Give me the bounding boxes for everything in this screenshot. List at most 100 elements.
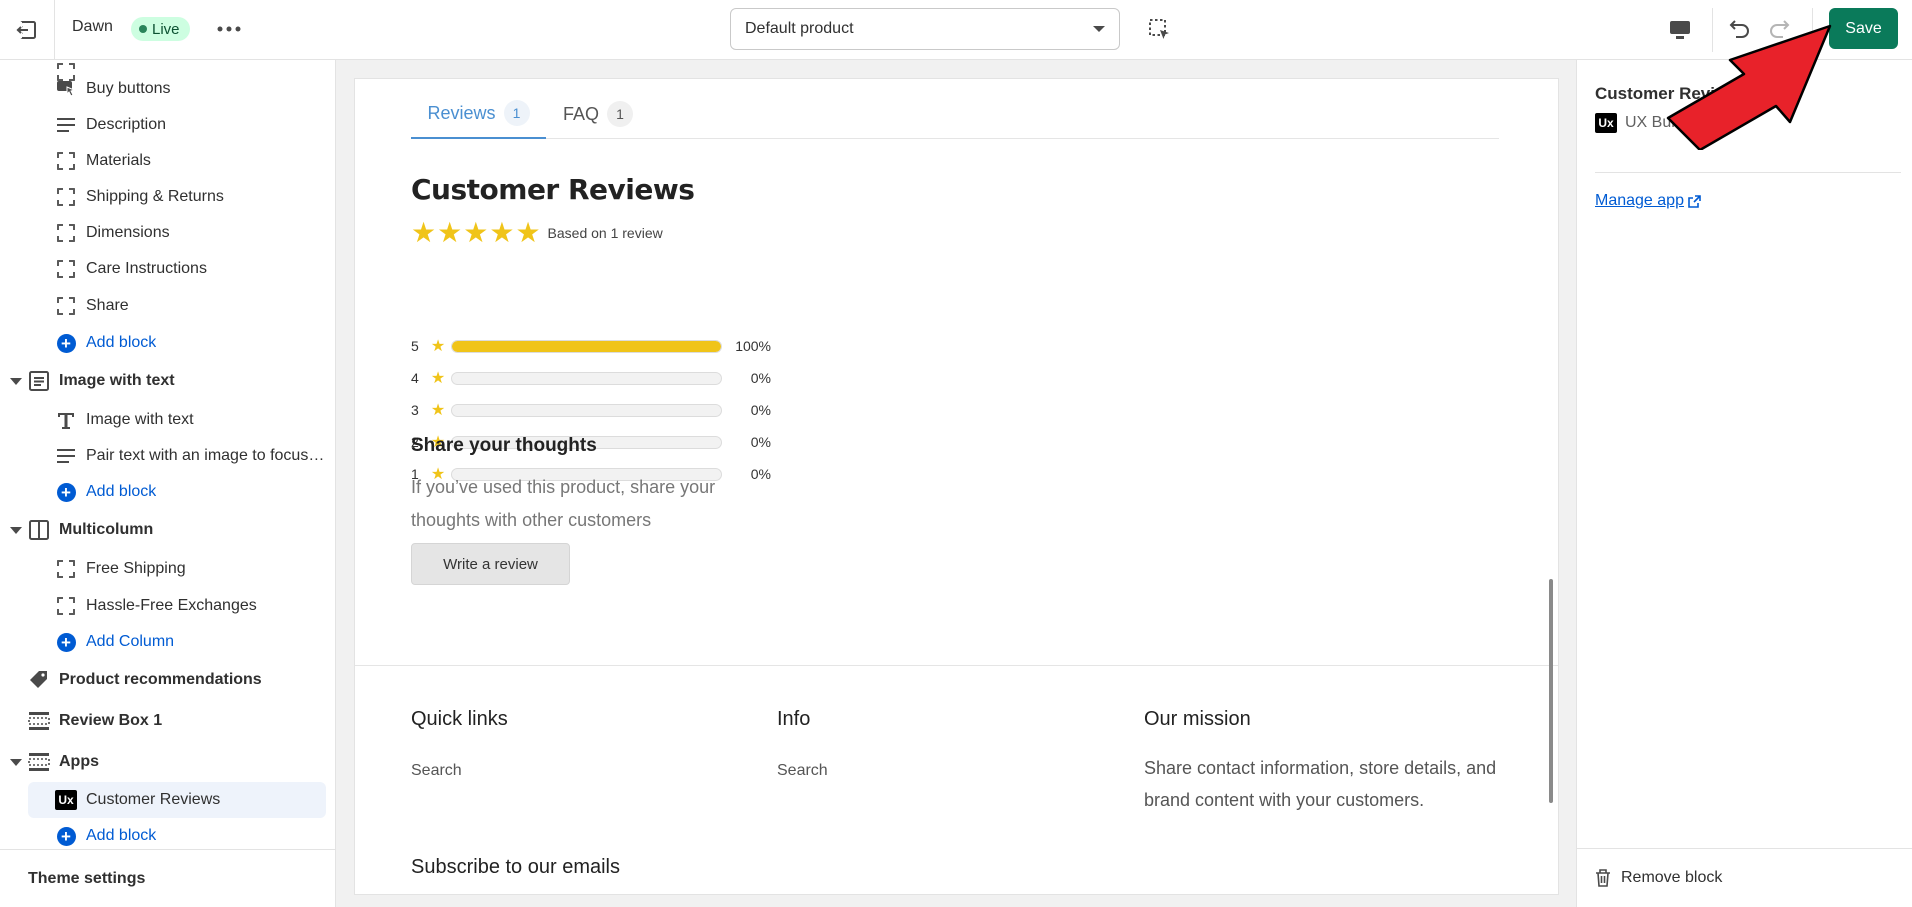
write-review-button[interactable]: Write a review [411, 543, 570, 585]
inspector-button[interactable] [1143, 14, 1177, 46]
theme-settings-button[interactable]: Theme settings [0, 849, 335, 907]
star-icon: ★ [430, 338, 446, 355]
sidebar-item-care-instructions[interactable]: Care Instructions [0, 251, 335, 287]
sidebar-item-label: Share [86, 297, 129, 314]
add-block-button[interactable]: + Add block [0, 325, 335, 361]
preview-scrollbar[interactable] [1549, 579, 1553, 803]
exit-icon [16, 20, 36, 39]
rating-row-percent: 0% [750, 434, 771, 450]
section-label: Multicolumn [59, 521, 154, 538]
rating-row[interactable]: 3 ★ 0% [411, 400, 771, 420]
collapse-triangle-icon[interactable] [10, 377, 22, 385]
tab-count: 1 [503, 100, 530, 126]
section-review-box[interactable]: Review Box 1 [0, 703, 335, 739]
sidebar-item-dimensions[interactable]: Dimensions [0, 215, 335, 251]
section-product-recommendations[interactable]: Product recommendations [0, 662, 335, 698]
star-rating: ★★★★★ [411, 219, 542, 247]
footer-quick-links-heading: Quick links [411, 708, 508, 730]
star-icon: ★ [411, 217, 437, 248]
rating-bar [451, 339, 722, 353]
plus-circle-icon: + [55, 481, 77, 503]
more-actions-button[interactable] [210, 14, 248, 44]
sidebar-item-label: Care Instructions [86, 260, 207, 277]
share-text: If you’ve used this product, share your … [411, 477, 716, 530]
add-column-button[interactable]: + Add Column [0, 624, 335, 660]
collapse-triangle-icon[interactable] [10, 526, 22, 534]
section-dashed-icon [28, 751, 50, 773]
store-preview: Reviews 1 FAQ 1 Customer Reviews ★★★★★ B… [355, 79, 1558, 894]
redo-button[interactable] [1762, 12, 1796, 46]
sidebar-item-image-with-text-heading[interactable]: Image with text [0, 402, 335, 438]
rating-bar [451, 371, 722, 385]
sidebar-item-hassle-free-exchanges[interactable]: Hassle-Free Exchanges [0, 588, 335, 624]
tab-faq[interactable]: FAQ 1 [563, 89, 633, 139]
sidebar-item-shipping-returns[interactable]: Shipping & Returns [0, 179, 335, 215]
app-name: UX Bundle [1625, 114, 1702, 131]
rating-bar-fill [452, 340, 721, 352]
redo-icon [1770, 20, 1790, 38]
rating-row-stars: 3 [411, 402, 419, 418]
dashed-square-icon [55, 558, 77, 580]
rating-row-percent: 0% [750, 370, 771, 386]
sidebar-item-materials[interactable]: Materials [0, 143, 335, 179]
rating-row[interactable]: 4 ★ 0% [411, 368, 771, 388]
add-block-label: Add block [86, 483, 157, 500]
section-image-with-text[interactable]: Image with text [0, 363, 335, 399]
section-label: Review Box 1 [59, 712, 163, 729]
theme-settings-label: Theme settings [28, 869, 146, 887]
block-title: Customer Reviews [1595, 84, 1748, 103]
star-icon: ★ [430, 402, 446, 419]
rating-bar [451, 403, 722, 417]
dashed-square-icon [55, 258, 77, 280]
star-icon: ★ [463, 217, 489, 248]
section-multicolumn[interactable]: Multicolumn [0, 512, 335, 548]
tab-reviews[interactable]: Reviews 1 [411, 89, 546, 139]
section-label: Product recommendations [59, 671, 262, 688]
rating-row-percent: 0% [750, 402, 771, 418]
footer-search-link[interactable]: Search [777, 762, 828, 780]
sidebar-item-label: Image with text [86, 411, 194, 428]
text-lines-icon [55, 114, 77, 136]
add-column-label: Add Column [86, 633, 175, 650]
plus-circle-icon: + [55, 825, 77, 847]
undo-button[interactable] [1723, 12, 1757, 46]
based-on-text: Based on 1 review [547, 225, 663, 241]
text-t-icon [55, 409, 77, 431]
theme-name: Dawn [72, 18, 113, 35]
toolbar-divider [1712, 8, 1713, 52]
sidebar-item-free-shipping[interactable]: Free Shipping [0, 551, 335, 587]
panel-divider [1595, 172, 1901, 173]
footer-search-link[interactable]: Search [411, 762, 462, 780]
ux-bundle-icon: Ux [55, 789, 77, 811]
section-apps[interactable]: Apps [0, 744, 335, 780]
rating-row[interactable]: 5 ★ 100% [411, 336, 771, 356]
rating-row-percent: 100% [735, 338, 771, 354]
top-bar: Dawn Live Default product Save [0, 0, 1912, 60]
plus-circle-icon: + [55, 631, 77, 653]
star-icon: ★ [437, 217, 463, 248]
add-block-label: Add block [86, 827, 157, 844]
device-preview-button[interactable] [1660, 14, 1700, 46]
manage-app-label: Manage app [1595, 192, 1684, 209]
manage-app-link[interactable]: Manage app [1595, 192, 1701, 210]
sidebar-item-label: Dimensions [86, 224, 170, 241]
save-button[interactable]: Save [1829, 8, 1898, 49]
exit-button[interactable] [0, 0, 55, 59]
footer-info-heading: Info [777, 708, 811, 730]
add-block-button[interactable]: + Add block [0, 474, 335, 510]
sidebar-item-description[interactable]: Description [0, 107, 335, 143]
template-select[interactable]: Default product [730, 8, 1120, 50]
remove-block-button[interactable]: Remove block [1595, 849, 1895, 907]
collapse-triangle-icon[interactable] [10, 758, 22, 766]
add-block-label: Add block [86, 334, 157, 351]
desktop-icon [1670, 21, 1690, 39]
live-label: Live [152, 20, 180, 38]
sidebar-item-share[interactable]: Share [0, 288, 335, 324]
review-tabs: Reviews 1 FAQ 1 [411, 89, 1499, 139]
sidebar-item-label: Buy buttons [86, 80, 171, 97]
sidebar-item-pair-text[interactable]: Pair text with an image to focus on your… [0, 438, 335, 474]
section-label: Apps [59, 753, 99, 770]
tag-icon [28, 669, 50, 691]
sidebar-item-buy-buttons[interactable]: Buy buttons [0, 71, 335, 107]
sidebar-item-customer-reviews[interactable]: Ux Customer Reviews [28, 782, 326, 818]
